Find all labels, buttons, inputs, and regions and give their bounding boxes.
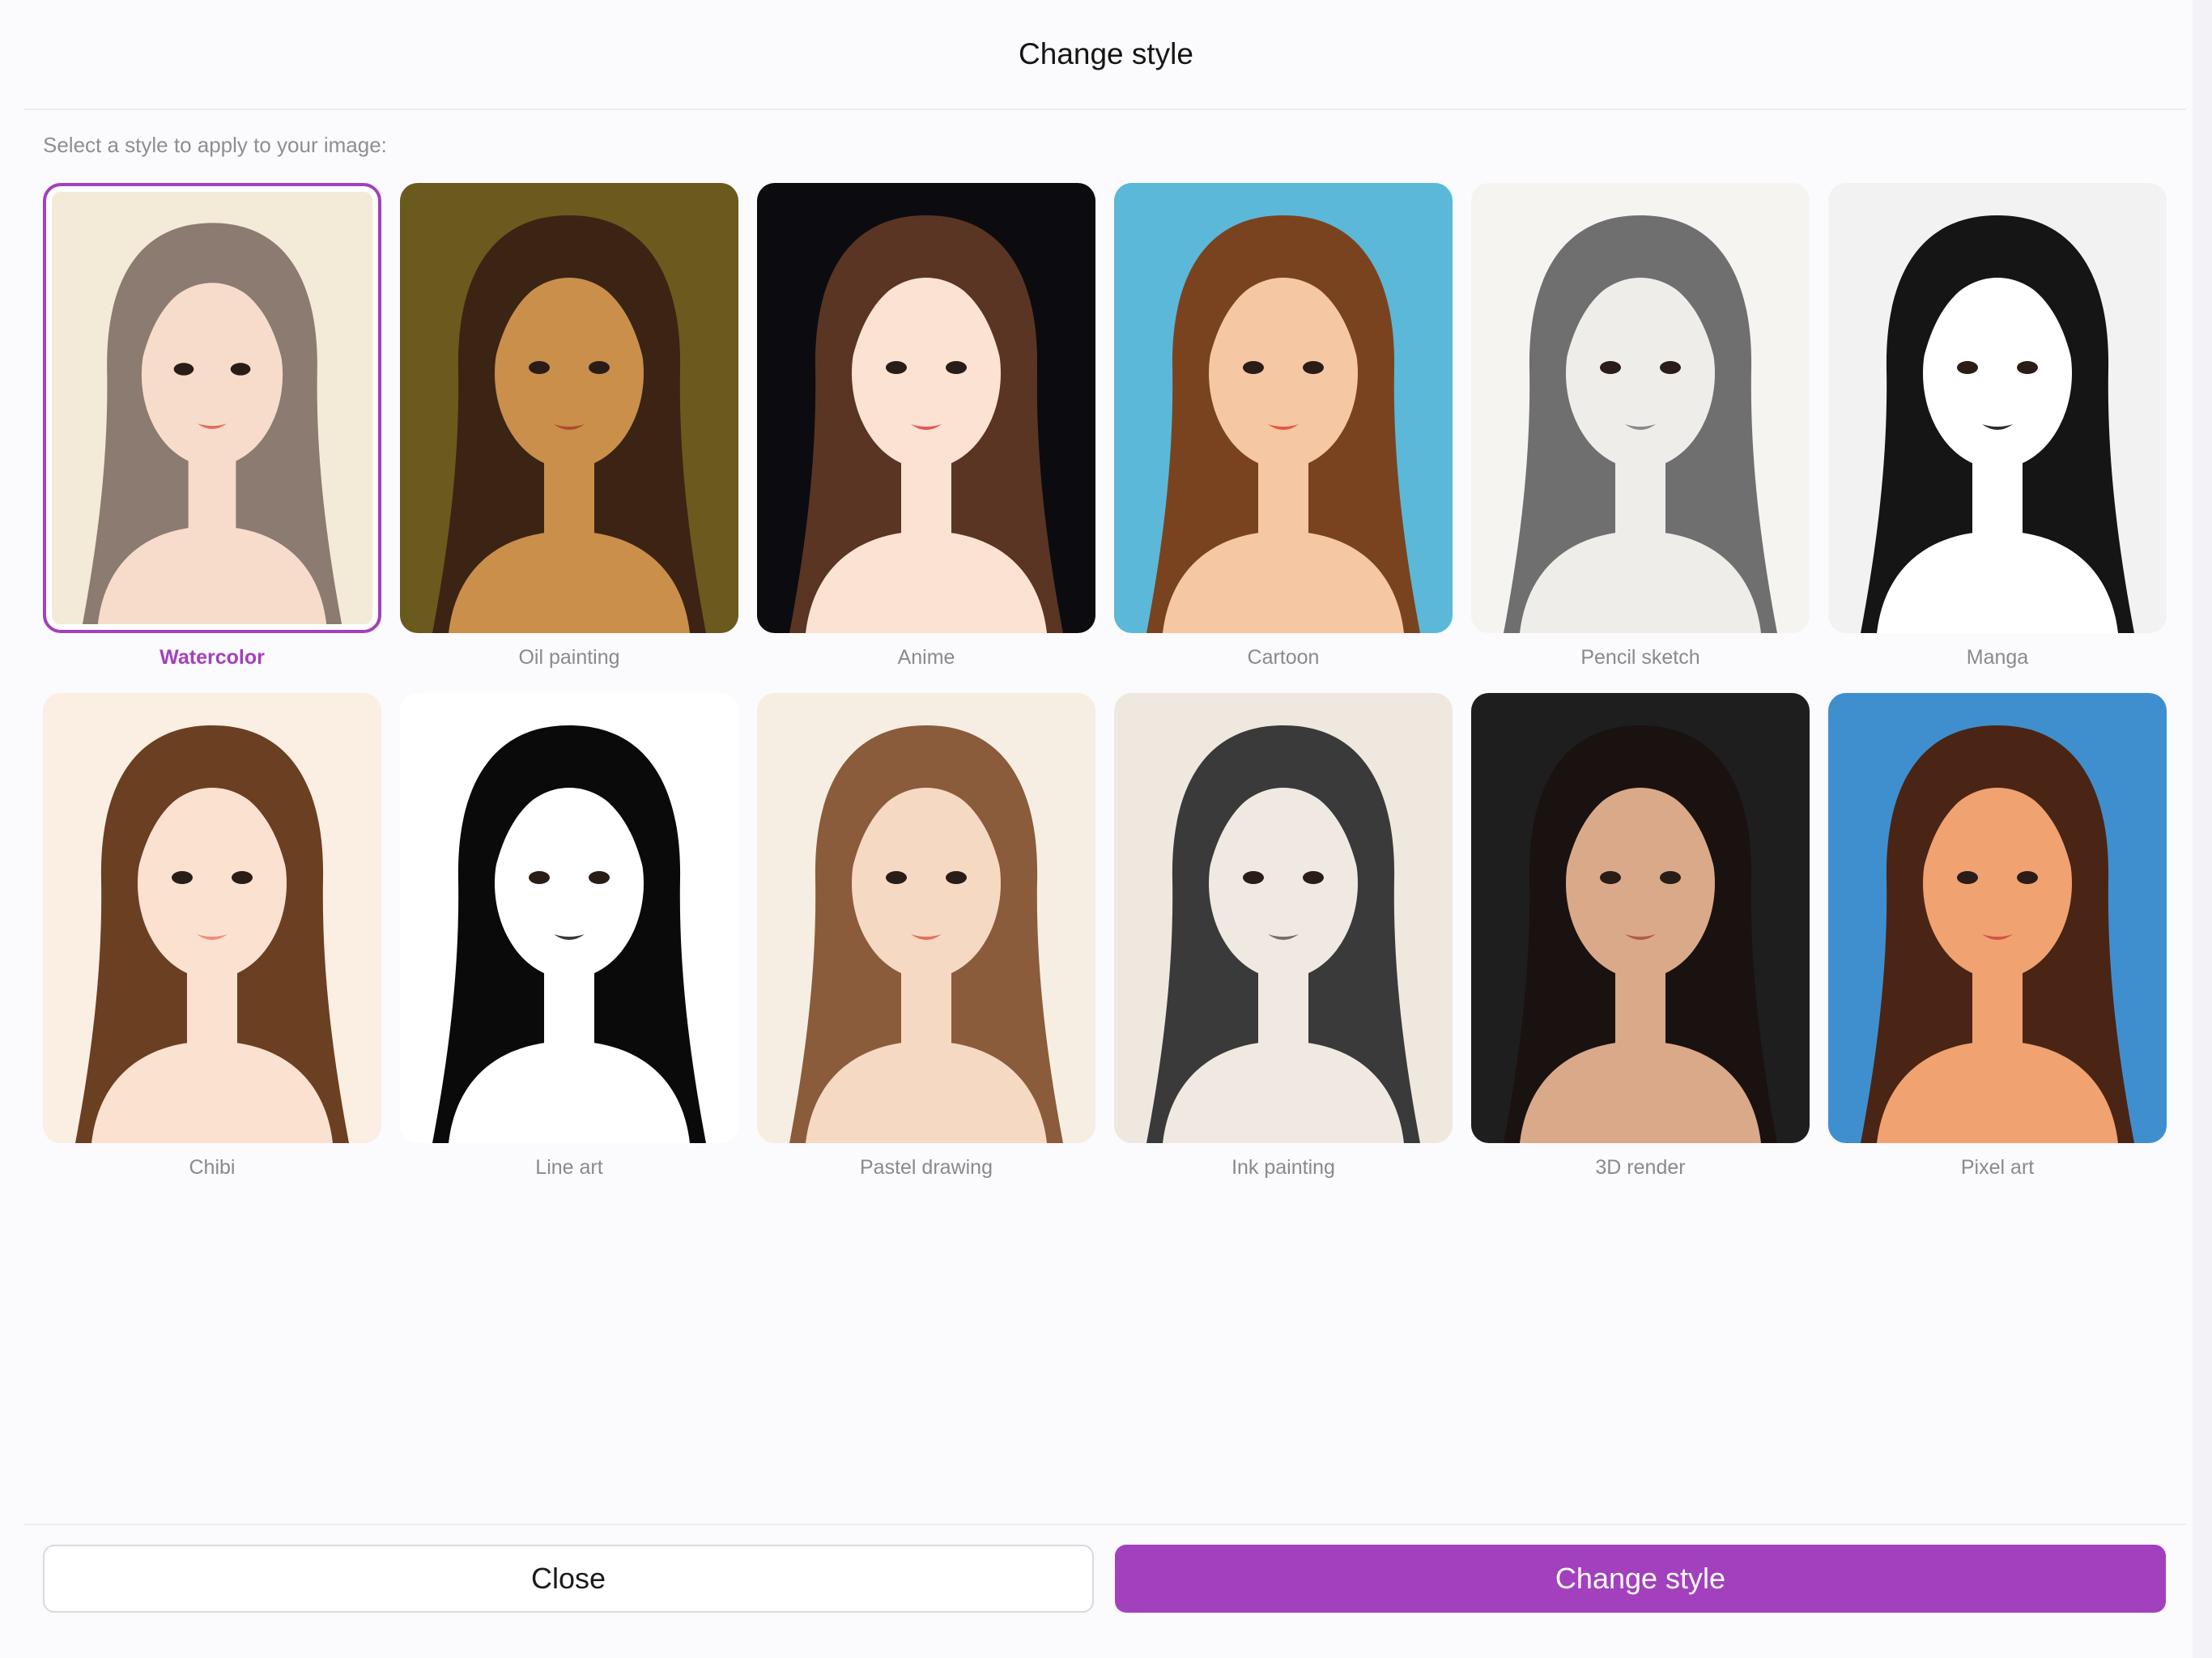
style-thumbnail	[757, 693, 1095, 1143]
style-thumbnail	[1114, 693, 1453, 1143]
footer-divider	[24, 1524, 2186, 1525]
scrollbar-track	[2193, 0, 2212, 1658]
style-label: Line art	[535, 1156, 603, 1179]
style-label: Manga	[1966, 646, 2029, 669]
dialog-header: Change style	[0, 0, 2212, 108]
change-style-button[interactable]: Change style	[1115, 1545, 2166, 1613]
style-option-pixel-art[interactable]: Pixel art	[1828, 693, 2167, 1180]
style-prompt: Select a style to apply to your image:	[43, 133, 387, 157]
style-thumbnail	[43, 183, 381, 633]
style-label: Chibi	[189, 1156, 236, 1179]
style-label: 3D render	[1595, 1156, 1686, 1179]
style-thumbnail	[400, 693, 738, 1143]
change-style-button-label: Change style	[1555, 1562, 1726, 1595]
style-option-pencil-sketch[interactable]: Pencil sketch	[1471, 183, 1810, 670]
style-option-cartoon[interactable]: Cartoon	[1114, 183, 1453, 670]
style-thumbnail	[1828, 183, 2167, 633]
style-label: Pixel art	[1960, 1156, 2035, 1179]
style-option-oil-painting[interactable]: Oil painting	[400, 183, 738, 670]
style-thumbnail	[43, 693, 381, 1143]
style-thumbnail	[1114, 183, 1453, 633]
style-option-line-art[interactable]: Line art	[400, 693, 738, 1180]
style-label: Cartoon	[1247, 646, 1320, 669]
style-option-ink-painting[interactable]: Ink painting	[1114, 693, 1453, 1180]
style-option-3d-render[interactable]: 3D render	[1471, 693, 1810, 1180]
style-option-pastel-drawing[interactable]: Pastel drawing	[757, 693, 1095, 1180]
style-thumbnail	[1471, 183, 1810, 633]
style-label: Pastel drawing	[860, 1156, 993, 1179]
style-option-manga[interactable]: Manga	[1828, 183, 2167, 670]
dialog-title: Change style	[1019, 37, 1193, 70]
style-label: Pencil sketch	[1580, 646, 1700, 669]
style-option-chibi[interactable]: Chibi	[43, 693, 381, 1180]
style-thumbnail	[1828, 693, 2167, 1143]
style-label: Anime	[897, 646, 955, 669]
style-option-watercolor[interactable]: Watercolor	[43, 183, 381, 670]
style-label: Ink painting	[1231, 1156, 1335, 1179]
close-button[interactable]: Close	[43, 1545, 1094, 1613]
close-button-label: Close	[530, 1562, 606, 1595]
style-thumbnail	[1471, 693, 1810, 1143]
header-divider	[24, 108, 2186, 110]
style-label: Watercolor	[160, 646, 265, 669]
style-thumbnail	[400, 183, 738, 633]
style-label: Oil painting	[518, 646, 620, 669]
style-option-anime[interactable]: Anime	[757, 183, 1095, 670]
style-thumbnail	[757, 183, 1095, 633]
